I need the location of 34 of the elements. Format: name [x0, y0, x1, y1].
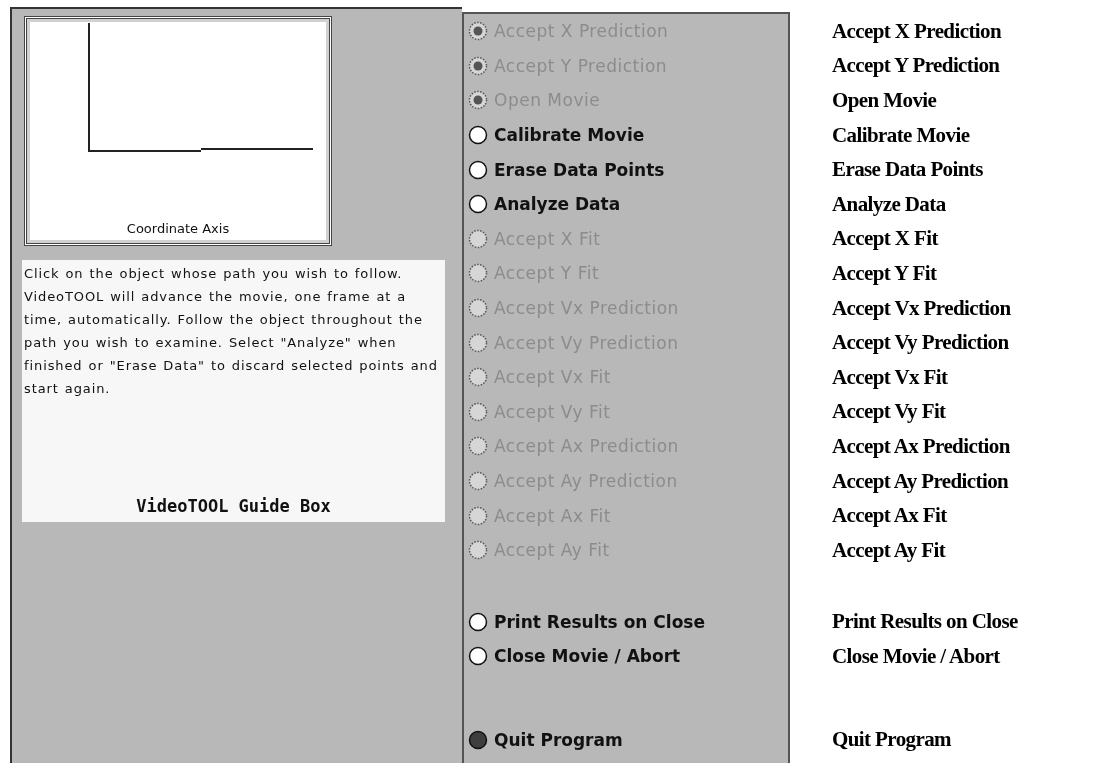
option-caption: Print Results on Close — [832, 608, 1018, 636]
option-caption: Accept Ax Fit — [832, 502, 948, 530]
option-caption: Accept Ax Prediction — [832, 432, 1011, 460]
radio-button[interactable] — [468, 194, 488, 215]
radio-button[interactable] — [468, 125, 488, 146]
guide-text: Click on the object whose path you wish to follow. VideoTOOL will advance the movie, one frame at a time, automatically. Follow the object throughout the path you wish to examine. Select "Analyze" when finished or "Erase Data" to discard selected points and start again. — [24, 265, 439, 398]
option-caption: Open Movie — [832, 87, 938, 114]
radio-button[interactable] — [468, 611, 488, 632]
option-caption: Accept Ay Fit — [832, 536, 947, 564]
option-caption: Accept Ay Prediction — [832, 467, 1010, 495]
option-caption: Accept Vy Prediction — [832, 329, 1010, 357]
option-caption: Accept X Prediction — [832, 17, 1003, 45]
radio-button[interactable] — [468, 159, 488, 180]
option-caption: Accept Vx Fit — [832, 363, 949, 391]
option-label[interactable]: Calibrate Movie — [494, 125, 645, 146]
option-caption: Accept Y Fit — [832, 259, 938, 287]
axis-caption: Coordinate Axis — [126, 221, 230, 236]
option-caption: Accept X Fit — [832, 225, 940, 253]
option-caption: Accept Vy Fit — [832, 398, 947, 426]
option-caption: Calibrate Movie — [832, 121, 971, 149]
option-caption: Close Movie / Abort — [832, 642, 1001, 670]
option-label[interactable]: Erase Data Points — [494, 159, 665, 180]
option-caption: Quit Program — [832, 726, 952, 754]
option-label[interactable]: Close Movie / Abort — [494, 646, 681, 667]
option-caption: Accept Vx Prediction — [832, 294, 1012, 322]
option-caption: Accept Y Prediction — [832, 52, 1001, 80]
radio-button[interactable] — [468, 646, 488, 667]
option-caption: Analyze Data — [832, 190, 947, 218]
option-label[interactable]: Analyze Data — [494, 194, 621, 215]
option-caption: Erase Data Points — [832, 156, 984, 184]
option-label[interactable]: Print Results on Close — [494, 611, 705, 632]
radio-button[interactable] — [468, 730, 488, 750]
guide-title: VideoTOOL Guide Box — [135, 496, 332, 516]
option-label[interactable]: Quit Program — [494, 730, 623, 750]
